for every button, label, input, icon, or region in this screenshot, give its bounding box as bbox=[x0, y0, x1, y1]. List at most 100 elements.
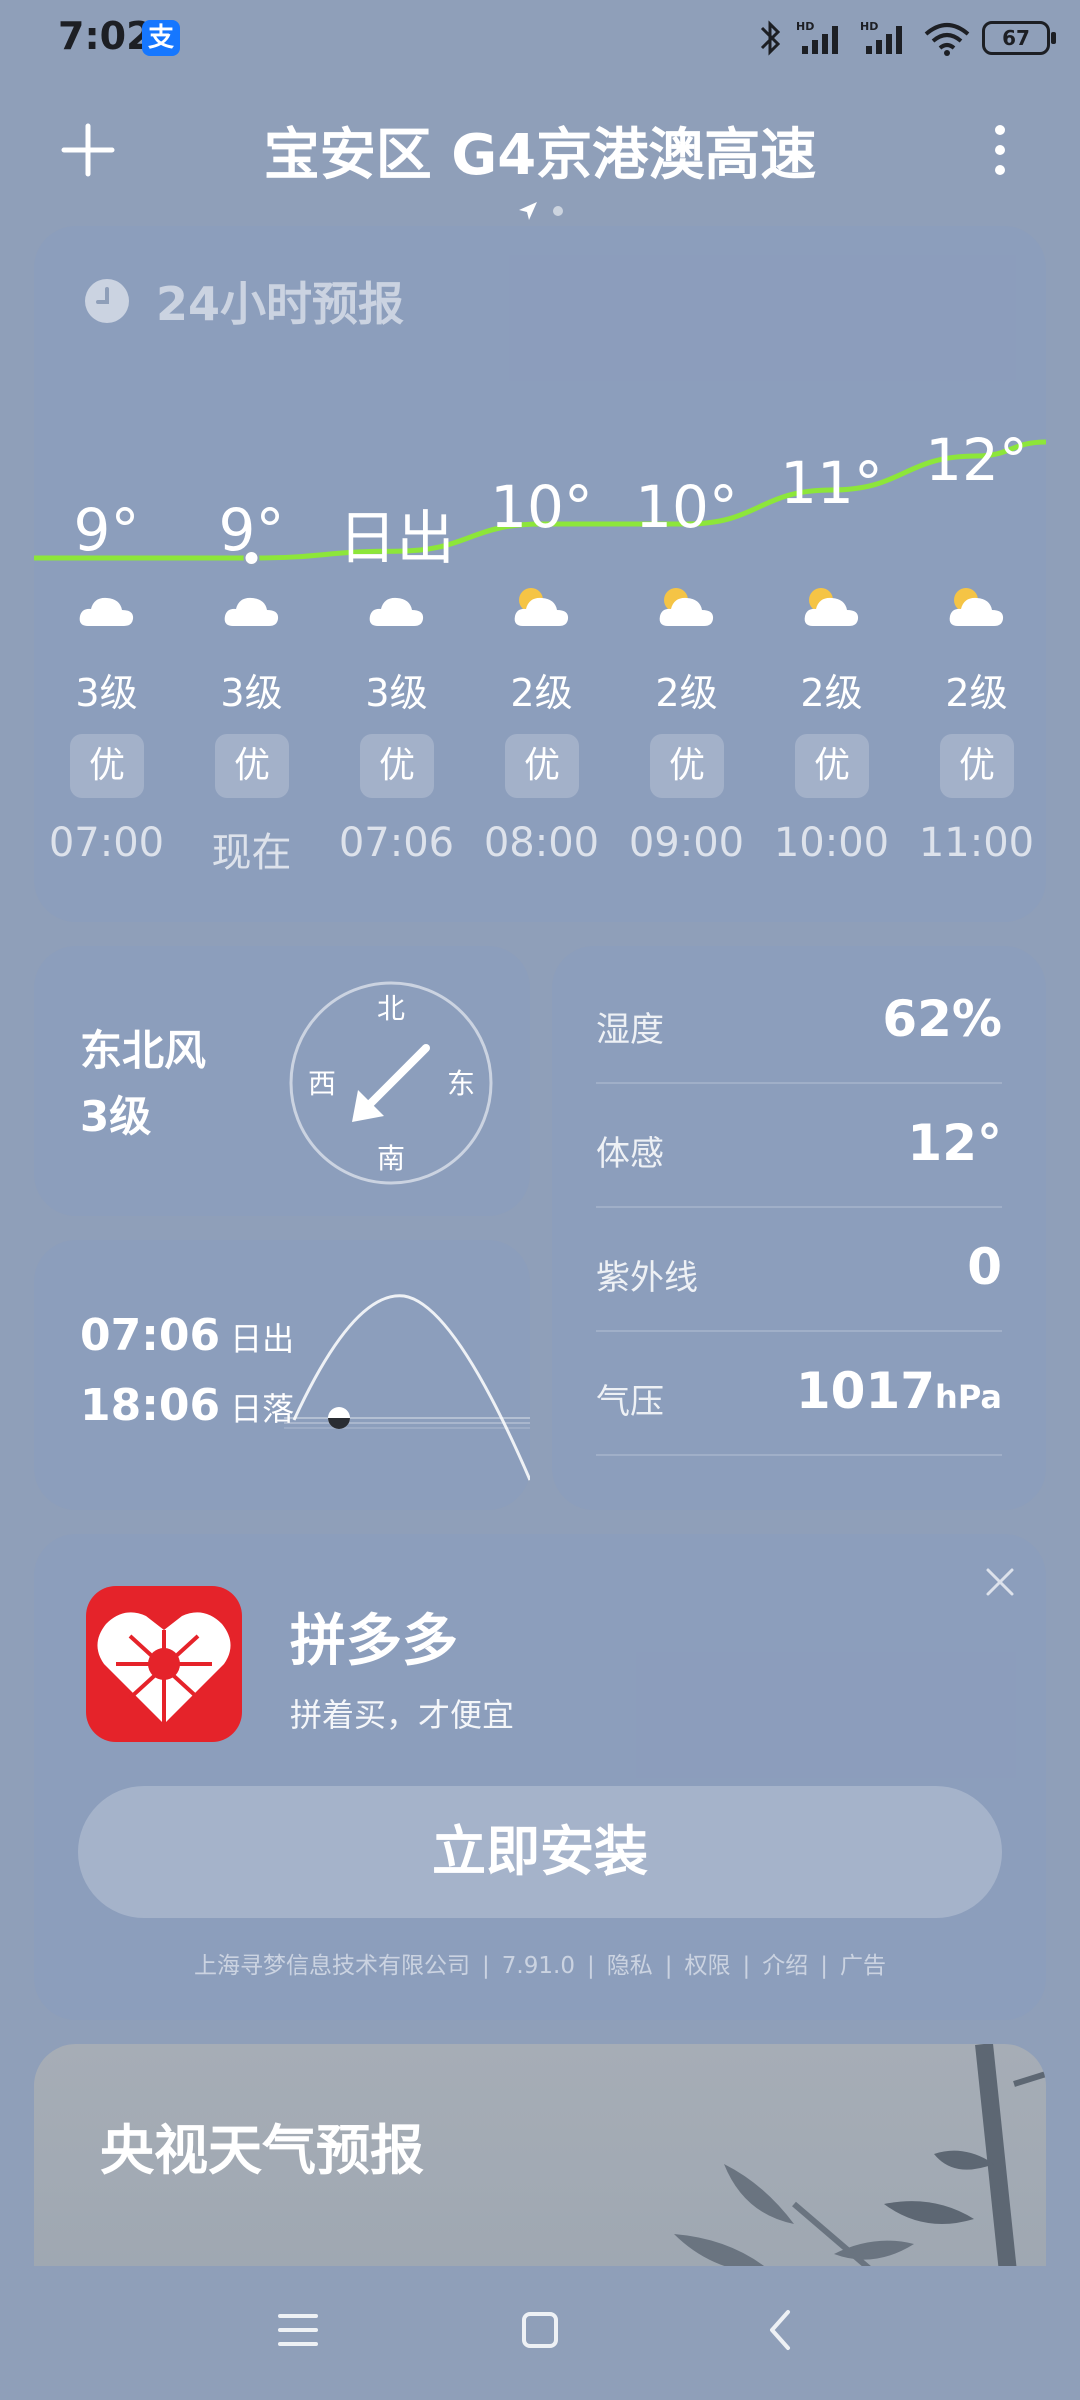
hour-aqi-badge: 优 bbox=[215, 734, 289, 798]
battery-icon: 67 bbox=[982, 21, 1056, 55]
hour-temperature: 9° bbox=[73, 496, 140, 564]
humidity-value: 62% bbox=[882, 990, 1002, 1048]
sunrise-sunset-card[interactable]: 07:06 日出 18:06 日落 bbox=[34, 1240, 530, 1510]
compass-east: 东 bbox=[447, 1067, 475, 1100]
wind-direction: 东北风 bbox=[80, 1026, 207, 1075]
ad-label: 广告 bbox=[839, 1953, 886, 1979]
ad-app-name[interactable]: 拼多多 bbox=[290, 1596, 458, 1677]
hour-time: 08:00 bbox=[483, 820, 600, 866]
navigation-bar bbox=[0, 2266, 1080, 2400]
uv-label: 紫外线 bbox=[596, 1258, 698, 1298]
back-icon[interactable] bbox=[750, 2298, 814, 2362]
page-indicator bbox=[0, 200, 1080, 222]
ad-meta-links: 上海寻梦信息技术有限公司 | 7.91.0 | 隐私 | 权限 | 介绍 | 广告 bbox=[34, 1946, 1046, 1980]
pinduoduo-logo-icon[interactable] bbox=[86, 1586, 242, 1742]
hour-wind-level: 2级 bbox=[945, 671, 1008, 715]
weather-stats-card[interactable]: 湿度 62% 体感 12° 紫外线 0 气压 1017hPa bbox=[552, 946, 1046, 1510]
hour-temperature: 9° bbox=[218, 496, 285, 564]
wifi-icon bbox=[924, 23, 970, 56]
status-bar: 7:02 支 HD HD 67 bbox=[0, 0, 1080, 80]
feels-like-row: 体感 12° bbox=[596, 1084, 1002, 1208]
hour-aqi-badge: 优 bbox=[70, 734, 144, 798]
cloud-icon bbox=[224, 597, 279, 626]
more-vertical-icon[interactable] bbox=[968, 118, 1032, 182]
svg-text:HD: HD bbox=[796, 20, 814, 33]
sunset-time: 18:06 bbox=[80, 1380, 221, 1431]
hourly-forecast: 9° 3级优 07:00 9° 3级优现在 日出 3级优 07:06 10° 2级优 08:00 10… bbox=[34, 226, 1046, 922]
separator: | bbox=[482, 1953, 490, 1979]
signal-icon-2: HD bbox=[860, 20, 902, 54]
svg-text:HD: HD bbox=[860, 20, 878, 33]
hour-wind-level: 2级 bbox=[800, 671, 863, 715]
hour-temperature: 12° bbox=[925, 426, 1028, 494]
partly-sunny-icon bbox=[514, 588, 569, 626]
location-arrow-icon bbox=[519, 202, 537, 220]
pressure-number: 1017 bbox=[795, 1362, 936, 1420]
separator: | bbox=[742, 1953, 751, 1979]
compass-west: 西 bbox=[308, 1067, 336, 1100]
ad-version: 7.91.0 bbox=[501, 1953, 575, 1979]
feels-like-label: 体感 bbox=[596, 1134, 664, 1174]
hour-time: 10:00 bbox=[773, 820, 890, 866]
wind-info: 东北风 3级 bbox=[80, 1018, 206, 1150]
cctv-title: 央视天气预报 bbox=[100, 2119, 424, 2182]
hour-wind-level: 3级 bbox=[220, 671, 283, 715]
ad-card: 拼多多 拼着买，才便宜 立即安装 上海寻梦信息技术有限公司 | 7.91.0 | 隐私 |… bbox=[34, 1534, 1046, 2020]
hour-aqi-badge: 优 bbox=[360, 734, 434, 798]
hour-temperature: 10° bbox=[490, 472, 593, 541]
separator: | bbox=[586, 1953, 595, 1979]
separator: | bbox=[664, 1953, 673, 1979]
ad-privacy-link[interactable]: 隐私 bbox=[607, 1953, 653, 1979]
home-icon[interactable] bbox=[508, 2298, 572, 2362]
hour-aqi-badge: 优 bbox=[795, 734, 869, 798]
hour-aqi-badge: 优 bbox=[650, 734, 724, 798]
compass: 北 南 东 西 bbox=[289, 981, 493, 1185]
hour-wind-level: 2级 bbox=[510, 671, 573, 715]
close-icon[interactable] bbox=[980, 1562, 1020, 1602]
ad-slogan: 拼着买，才便宜 bbox=[290, 1696, 515, 1734]
sunrise-time: 07:06 bbox=[80, 1310, 221, 1361]
pressure-unit: hPa bbox=[935, 1378, 1002, 1416]
uv-row: 紫外线 0 bbox=[596, 1208, 1002, 1332]
uv-value: 0 bbox=[967, 1238, 1002, 1296]
ad-developer: 上海寻梦信息技术有限公司 bbox=[194, 1953, 471, 1979]
hour-time: 09:00 bbox=[628, 820, 745, 866]
hour-time: 07:00 bbox=[48, 820, 165, 866]
status-icons: HD HD 67 bbox=[758, 18, 1056, 58]
cloud-icon bbox=[369, 597, 424, 626]
install-button[interactable]: 立即安装 bbox=[78, 1786, 1002, 1918]
hour-aqi-badge: 优 bbox=[940, 734, 1014, 798]
hour-temperature: 11° bbox=[780, 449, 883, 518]
hour-wind-level: 2级 bbox=[655, 671, 718, 715]
partly-sunny-icon bbox=[659, 588, 714, 626]
sun-arc-icon bbox=[284, 1294, 530, 1481]
hour-temperature: 日出 bbox=[338, 504, 455, 573]
location-title[interactable]: 宝安区 G4京港澳高速 bbox=[160, 110, 920, 191]
bluetooth-icon bbox=[760, 20, 781, 56]
menu-icon[interactable] bbox=[266, 2298, 330, 2362]
hour-aqi-badge: 优 bbox=[505, 734, 579, 798]
hour-time: 07:06 bbox=[338, 820, 455, 866]
hour-temperature: 10° bbox=[635, 472, 738, 541]
wind-card[interactable]: 东北风 3级 北 南 东 西 bbox=[34, 946, 530, 1216]
page-dot bbox=[553, 206, 563, 216]
ad-intro-link[interactable]: 介绍 bbox=[762, 1953, 808, 1979]
alipay-notification-icon: 支 bbox=[142, 20, 180, 56]
ad-permissions-link[interactable]: 权限 bbox=[684, 1953, 730, 1979]
pressure-value: 1017hPa bbox=[796, 1362, 1002, 1420]
pressure-row: 气压 1017hPa bbox=[596, 1332, 1002, 1456]
forecast-card[interactable]: 24小时预报 9° 3级优 07:00 9° 3级优现在 日出 3级优 07:06 10° 2级优… bbox=[34, 226, 1046, 922]
hour-time: 现在 bbox=[211, 830, 292, 876]
pressure-label: 气压 bbox=[596, 1382, 664, 1422]
feels-like-value: 12° bbox=[907, 1114, 1002, 1172]
hour-wind-level: 3级 bbox=[75, 671, 138, 715]
humidity-label: 湿度 bbox=[596, 1010, 664, 1050]
wind-level: 3级 bbox=[80, 1092, 152, 1141]
plus-icon[interactable] bbox=[56, 118, 120, 182]
compass-north: 北 bbox=[377, 992, 405, 1025]
humidity-row: 湿度 62% bbox=[596, 960, 1002, 1084]
status-time: 7:02 bbox=[58, 14, 153, 58]
cloud-icon bbox=[79, 597, 134, 626]
partly-sunny-icon bbox=[804, 588, 859, 626]
top-bar: 宝安区 G4京港澳高速 bbox=[0, 100, 1080, 200]
